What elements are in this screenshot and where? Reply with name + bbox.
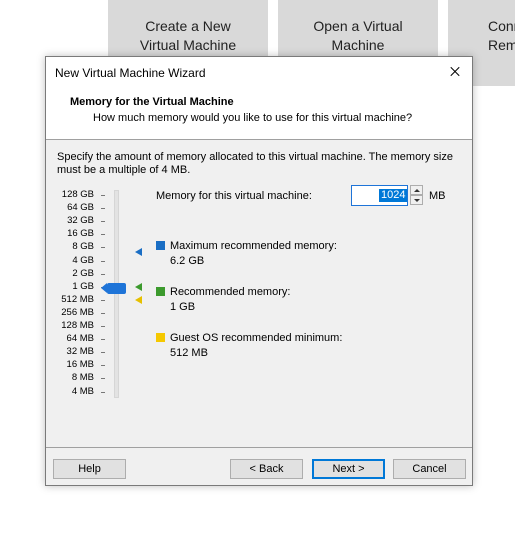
memory-scale-tick-mark (101, 221, 105, 223)
dialog-titlebar: New Virtual Machine Wizard (46, 57, 472, 87)
next-button[interactable]: Next > (312, 459, 385, 479)
max-recommended-value: 6.2 GB (170, 255, 205, 267)
guest-minimum-marker-icon (135, 296, 142, 304)
new-vm-wizard-dialog: New Virtual Machine Wizard Memory for th… (45, 56, 473, 486)
recommended-swatch (156, 287, 165, 296)
memory-scale-tick-mark (101, 234, 105, 236)
memory-field-label: Memory for this virtual machine: (156, 190, 312, 202)
memory-scale-tick-label: 16 MB (66, 359, 94, 371)
intro-line-2: must be a multiple of 4 MB. (57, 164, 191, 176)
memory-scale-tick-mark (101, 273, 105, 275)
memory-scale-tick-label: 8 MB (71, 372, 94, 384)
connect-remote-tile-line2: Remo (488, 37, 515, 53)
memory-input-value[interactable]: 1024 (379, 189, 408, 202)
memory-scale-tick-label: 64 MB (66, 333, 94, 345)
guest-minimum-swatch (156, 333, 165, 342)
memory-scale-tick-mark (101, 260, 105, 262)
memory-scale-tick-mark (101, 326, 105, 327)
memory-scale-tick-label: 512 MB (61, 293, 94, 305)
create-vm-tile-line2: Virtual Machine (139, 37, 237, 53)
memory-spin-up-button[interactable] (410, 185, 423, 195)
memory-scale-tick-label: 256 MB (61, 306, 94, 318)
help-button[interactable]: Help (53, 459, 126, 479)
memory-scale-tick-mark (101, 312, 105, 314)
wizard-page-title: Memory for the Virtual Machine (70, 96, 234, 108)
memory-scale-tick-label: 4 GB (72, 254, 94, 266)
memory-scale-tick-mark (101, 391, 105, 393)
memory-scale-tick-label: 1 GB (72, 280, 94, 292)
back-button[interactable]: < Back (230, 459, 303, 479)
max-recommended-swatch (156, 241, 165, 250)
memory-slider-track[interactable] (114, 190, 119, 398)
guest-minimum-label: Guest OS recommended minimum: (170, 332, 343, 344)
memory-scale-tick-label: 8 GB (72, 241, 94, 253)
memory-scale-tick-mark (101, 339, 105, 341)
memory-scale-tick-mark (101, 247, 105, 249)
memory-scale-tick-label: 128 GB (61, 189, 94, 200)
guest-minimum-value: 512 MB (170, 347, 208, 359)
intro-line-1: Specify the amount of memory allocated t… (57, 151, 453, 163)
memory-scale-tick-label: 2 GB (72, 267, 94, 279)
memory-unit-label: MB (429, 190, 446, 202)
memory-scale-tick-mark (101, 378, 105, 380)
recommended-value: 1 GB (170, 301, 196, 313)
dialog-footer-divider (46, 447, 472, 448)
memory-scale-tick-mark (101, 195, 105, 196)
memory-scale-tick-mark (101, 208, 105, 210)
memory-scale-tick-label: 16 GB (67, 228, 94, 240)
wizard-header: Memory for the Virtual Machine How much … (46, 87, 472, 140)
wizard-page-subtitle: How much memory would you like to use fo… (93, 112, 413, 124)
memory-scale-tick-mark (101, 299, 105, 301)
recommended-marker-icon (135, 283, 142, 291)
close-icon[interactable] (438, 57, 472, 87)
open-vm-tile-line1: Open a Virtual (313, 18, 403, 34)
memory-scale-tick-label: 4 MB (71, 385, 94, 397)
memory-spin-down-button[interactable] (410, 195, 423, 205)
intro-text: Specify the amount of memory allocated t… (57, 151, 462, 177)
open-vm-tile-line2: Machine (331, 37, 385, 53)
memory-scale-tick-mark (101, 352, 105, 354)
memory-scale-tick-label: 64 GB (67, 202, 94, 214)
recommended-label: Recommended memory: (170, 286, 291, 298)
memory-scale-tick-label: 32 GB (67, 215, 94, 227)
memory-scale-tick-mark (101, 365, 105, 367)
create-vm-tile-line1: Create a New (145, 18, 231, 34)
memory-scale-tick-label: 32 MB (66, 346, 94, 358)
memory-slider-thumb[interactable] (101, 283, 126, 294)
max-recommended-label: Maximum recommended memory: (170, 240, 337, 252)
memory-scale-tick-label: 128 MB (61, 320, 94, 331)
cancel-button[interactable]: Cancel (393, 459, 466, 479)
dialog-title: New Virtual Machine Wizard (55, 66, 206, 80)
connect-remote-tile-line1: Conn (488, 18, 515, 34)
max-recommended-marker-icon (135, 248, 142, 256)
